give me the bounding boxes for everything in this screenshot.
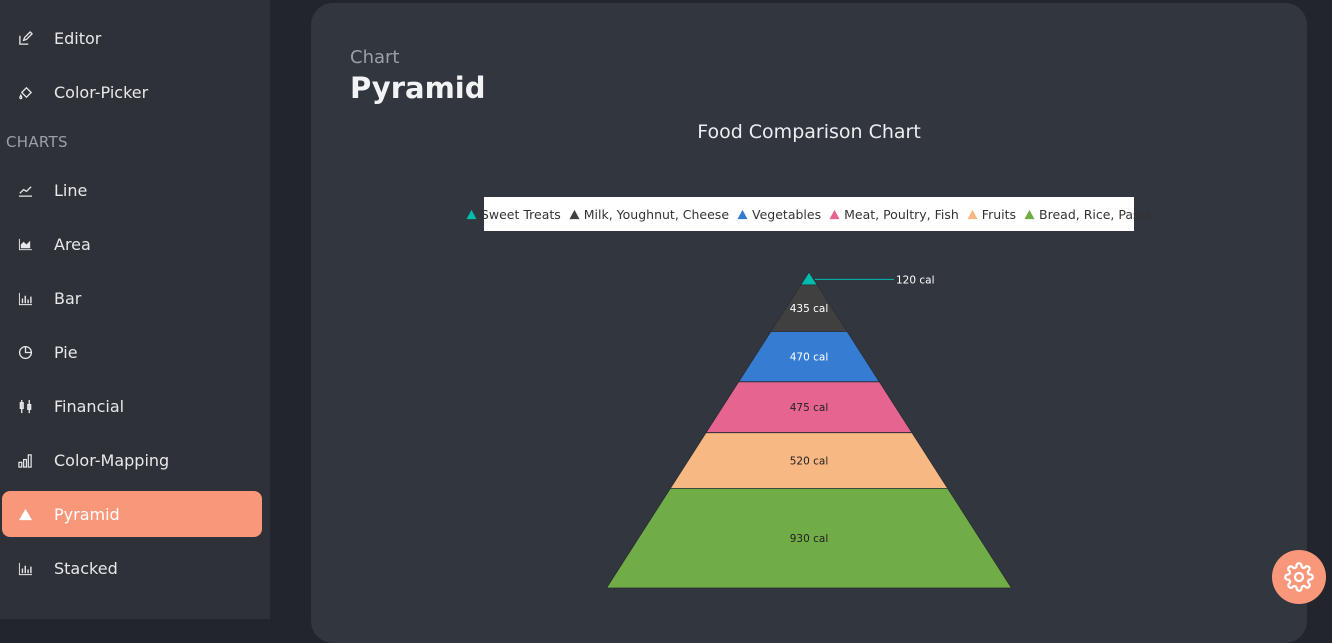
data-label: 120 cal	[896, 274, 935, 286]
nav-item-label: Bar	[54, 288, 82, 308]
data-label: 520 cal	[790, 456, 829, 468]
nav-item-label: Pie	[54, 342, 78, 362]
nav-item-bar[interactable]: Bar	[2, 275, 262, 321]
edit-icon	[2, 30, 54, 46]
nav-item-color-mapping[interactable]: Color-Mapping	[2, 437, 262, 483]
signal-bars-icon	[2, 453, 54, 468]
nav-item-label: Stacked	[54, 558, 118, 578]
nav-item-label: Pyramid	[54, 504, 120, 524]
data-label: 930 cal	[790, 533, 829, 545]
data-label: 470 cal	[790, 352, 829, 364]
nav-item-label: Area	[54, 234, 91, 254]
nav-item-area[interactable]: Area	[2, 221, 262, 267]
pyramid-chart: 120 cal 435 cal 470 cal 475 cal 520 cal 930 c…	[605, 271, 1013, 589]
settings-button[interactable]	[1272, 550, 1326, 604]
nav-item-color-picker[interactable]: Color-Picker	[2, 69, 262, 115]
data-label: 435 cal	[790, 303, 829, 315]
nav-item-pie[interactable]: Pie	[2, 329, 262, 375]
nav-item-line[interactable]: Line	[2, 167, 262, 213]
gear-icon	[1284, 562, 1314, 592]
nav-item-label: Color-Mapping	[54, 450, 170, 470]
bar-chart-icon	[2, 561, 54, 576]
section-label-charts: CHARTS	[6, 133, 68, 151]
nav-item-stacked[interactable]: Stacked	[2, 545, 262, 591]
nav-item-label: Financial	[54, 396, 125, 416]
nav-item-editor[interactable]: Editor	[2, 15, 262, 61]
data-label: 475 cal	[790, 402, 829, 414]
chart-card: Chart Pyramid Food Comparison Chart Swee…	[311, 3, 1307, 643]
sidebar: Editor Color-Picker CHARTS Line Area Bar…	[0, 0, 270, 619]
nav-item-label: Line	[54, 180, 88, 200]
area-chart-icon	[2, 237, 54, 252]
nav-item-pyramid[interactable]: Pyramid	[2, 491, 262, 537]
pie-chart-icon	[2, 345, 54, 360]
nav-item-label: Color-Picker	[54, 82, 149, 102]
paint-bucket-icon	[2, 85, 54, 100]
bar-chart-icon	[2, 291, 54, 306]
line-chart-icon	[2, 183, 54, 198]
nav-item-label: Editor	[54, 28, 102, 48]
pyramid-segment[interactable]	[800, 271, 818, 286]
candlestick-icon	[2, 399, 54, 414]
triangle-icon	[2, 507, 54, 522]
nav-item-financial[interactable]: Financial	[2, 383, 262, 429]
